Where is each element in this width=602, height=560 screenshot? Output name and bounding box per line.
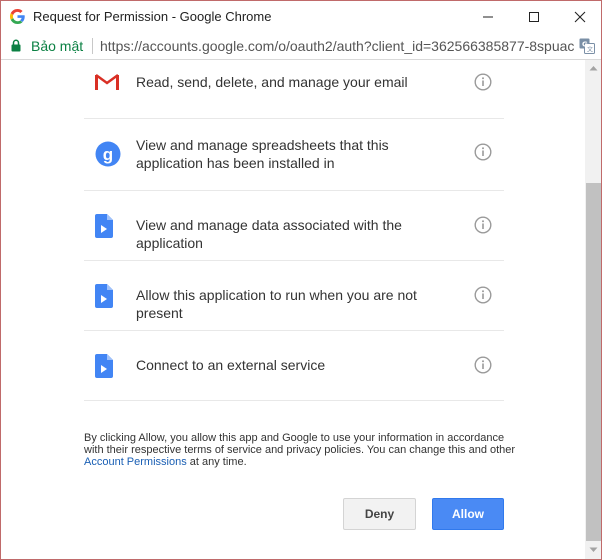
- scope-text: Connect to an external service: [136, 357, 326, 373]
- info-icon[interactable]: [474, 73, 492, 91]
- info-icon[interactable]: [474, 286, 492, 304]
- scrollbar-thumb[interactable]: [586, 183, 601, 541]
- minimize-icon: [483, 16, 493, 18]
- allow-button[interactable]: Allow: [432, 498, 504, 530]
- deny-button[interactable]: Deny: [343, 498, 416, 530]
- scope-text: View and manage data associated with the…: [136, 217, 402, 251]
- google-g-icon: g: [95, 141, 121, 167]
- consent-text: By clicking Allow, you allow this app an…: [84, 432, 524, 468]
- svg-text:文: 文: [587, 46, 593, 54]
- info-icon[interactable]: [474, 356, 492, 374]
- address-bar[interactable]: Bảo mật https://accounts.google.com/o/oa…: [1, 32, 601, 60]
- title-bar[interactable]: Request for Permission - Google Chrome: [1, 1, 601, 32]
- window-title: Request for Permission - Google Chrome: [33, 9, 272, 24]
- scope-item-offline: Allow this application to run when you a…: [84, 261, 504, 331]
- close-button[interactable]: [557, 1, 601, 32]
- account-permissions-link[interactable]: Account Permissions: [84, 456, 187, 468]
- scope-item-app-data: View and manage data associated with the…: [84, 191, 504, 261]
- scope-item-email: Read, send, delete, and manage your emai…: [84, 60, 504, 119]
- document-icon: [95, 354, 113, 378]
- scope-text: Allow this application to run when you a…: [136, 287, 417, 321]
- scope-text: Read, send, delete, and manage your emai…: [136, 74, 408, 90]
- translate-icon[interactable]: G 文: [579, 38, 595, 54]
- vertical-scrollbar[interactable]: [585, 60, 601, 559]
- maximize-icon: [529, 12, 539, 22]
- google-logo-icon: [10, 9, 25, 24]
- document-icon: [95, 284, 113, 308]
- minimize-button[interactable]: [465, 1, 511, 32]
- info-icon[interactable]: [474, 143, 492, 161]
- scope-list: Read, send, delete, and manage your emai…: [84, 60, 504, 401]
- close-icon: [574, 11, 586, 23]
- document-icon: [95, 214, 113, 238]
- scope-item-external-service: Connect to an external service: [84, 331, 504, 401]
- svg-text:g: g: [103, 145, 113, 164]
- scope-item-spreadsheets: g View and manage spreadsheets that this…: [84, 119, 504, 191]
- info-icon[interactable]: [474, 216, 492, 234]
- lock-icon: [11, 39, 21, 52]
- maximize-button[interactable]: [511, 1, 557, 32]
- secure-label[interactable]: Bảo mật: [31, 38, 83, 54]
- scope-text: View and manage spreadsheets that this a…: [136, 137, 389, 171]
- url-text[interactable]: https://accounts.google.com/o/oauth2/aut…: [100, 38, 576, 54]
- scroll-down-arrow-icon[interactable]: [589, 547, 598, 553]
- browser-window: Request for Permission - Google Chrome B…: [0, 0, 602, 560]
- address-separator: [92, 38, 93, 54]
- permission-content: Read, send, delete, and manage your emai…: [1, 60, 585, 559]
- scroll-up-arrow-icon[interactable]: [589, 65, 598, 71]
- gmail-icon: [95, 73, 119, 90]
- consent-text-after: at any time.: [186, 456, 247, 468]
- consent-text-before: By clicking Allow, you allow this app an…: [84, 432, 516, 456]
